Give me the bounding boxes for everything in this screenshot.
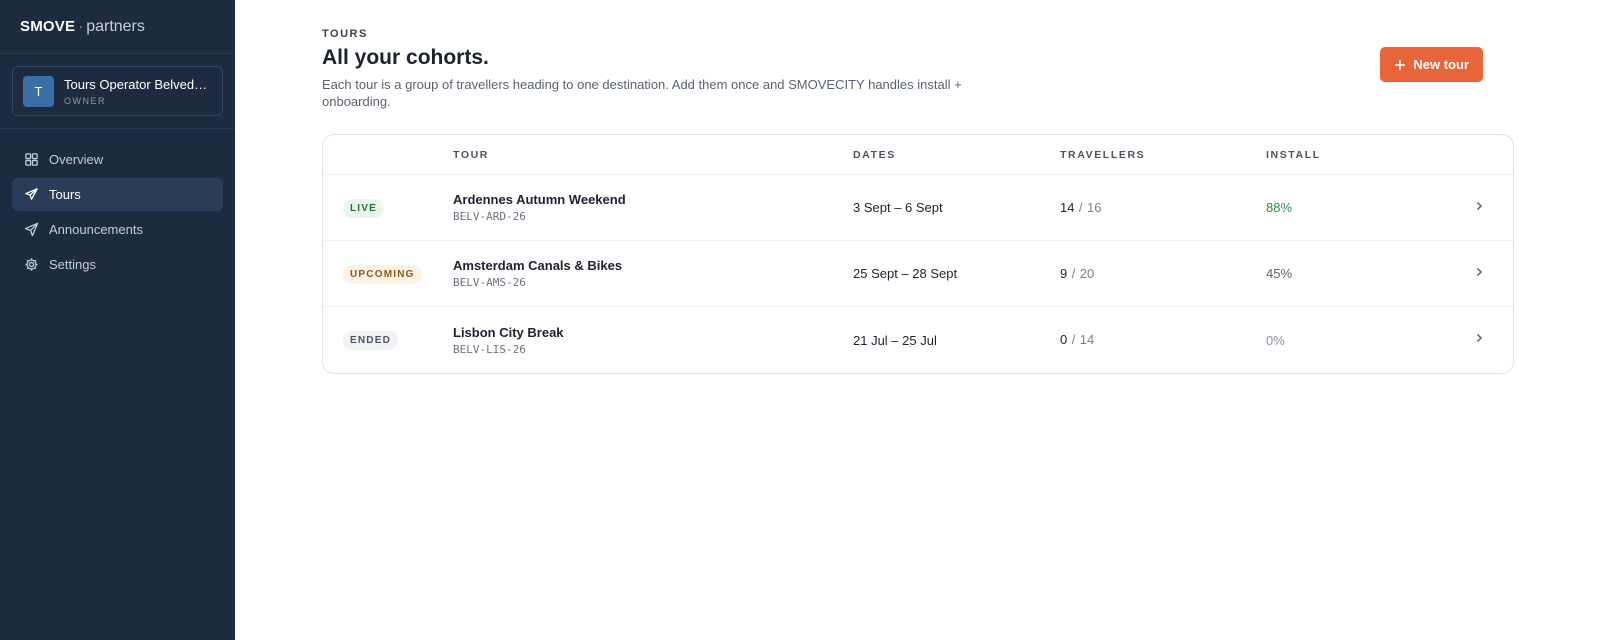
table-row[interactable]: ENDED Lisbon City Break BELV-LIS-26 21 J… xyxy=(323,307,1513,373)
sidebar-item-settings[interactable]: Settings xyxy=(12,248,223,281)
brand-separator: · xyxy=(78,18,84,35)
chevron-right-icon[interactable] xyxy=(1473,199,1485,217)
brand-logo[interactable]: SMOVE · partners xyxy=(0,0,235,54)
travellers-joined: 0 xyxy=(1060,332,1068,347)
new-tour-label: New tour xyxy=(1413,57,1469,72)
tour-name: Lisbon City Break xyxy=(453,324,564,340)
travellers-capacity: 20 xyxy=(1079,265,1095,281)
column-header-install: INSTALL xyxy=(1266,148,1321,161)
column-header-tour: TOUR xyxy=(453,148,489,161)
main-content: TOURS All your cohorts. Each tour is a g… xyxy=(235,0,1600,640)
tour-dates: 25 Sept – 28 Sept xyxy=(853,266,958,281)
tour-dates: 21 Jul – 25 Jul xyxy=(853,332,937,348)
avatar: T xyxy=(23,75,54,107)
sidebar: SMOVE · partners T Tours Operator Belved… xyxy=(0,0,235,640)
install-rate: 0% xyxy=(1266,332,1285,348)
sidebar-item-announcements[interactable]: Announcements xyxy=(12,213,223,246)
traveller-count: 9 / 20 xyxy=(1060,265,1266,283)
tour-code: BELV-AMS-26 xyxy=(453,276,526,289)
sidebar-nav: Overview Tours Announcements Settings xyxy=(0,129,235,295)
tours-table: TOUR DATES TRAVELLERS INSTALL LIVE Arden… xyxy=(322,134,1514,374)
column-header-travellers: TRAVELLERS xyxy=(1060,148,1146,161)
app-root: SMOVE · partners T Tours Operator Belved… xyxy=(0,0,1600,640)
send-icon xyxy=(24,222,39,237)
status-badge: UPCOMING xyxy=(343,264,422,284)
new-tour-button[interactable]: New tour xyxy=(1380,47,1483,82)
install-rate: 45% xyxy=(1266,266,1293,281)
tour-dates: 3 Sept – 6 Sept xyxy=(853,200,943,215)
travellers-separator: / xyxy=(1071,265,1076,281)
chevron-right-icon[interactable] xyxy=(1473,331,1485,349)
column-header-dates: DATES xyxy=(853,148,896,161)
sidebar-item-tours[interactable]: Tours xyxy=(12,178,223,211)
travellers-separator: / xyxy=(1071,332,1076,347)
tour-name: Amsterdam Canals & Bikes xyxy=(453,258,623,273)
sidebar-item-label: Tours xyxy=(49,187,81,202)
tour-code: BELV-ARD-26 xyxy=(453,210,526,223)
tour-name: Ardennes Autumn Weekend xyxy=(453,192,626,207)
sidebar-item-label: Settings xyxy=(49,257,96,272)
grid-icon xyxy=(25,153,38,166)
brand-suffix: partners xyxy=(86,17,145,35)
travellers-capacity: 16 xyxy=(1087,199,1102,215)
page-eyebrow: TOURS xyxy=(322,28,368,40)
traveller-count: 0 / 14 xyxy=(1060,331,1266,349)
sidebar-item-label: Announcements xyxy=(49,222,143,237)
table-row[interactable]: LIVE Ardennes Autumn Weekend BELV-ARD-26… xyxy=(323,175,1513,241)
travellers-joined: 14 xyxy=(1060,199,1075,215)
travellers-separator: / xyxy=(1078,199,1083,215)
chevron-right-icon[interactable] xyxy=(1473,265,1485,283)
install-rate: 88% xyxy=(1266,200,1293,215)
travellers-joined: 9 xyxy=(1060,265,1068,281)
account-info: Tours Operator Belvedere OWNER xyxy=(64,77,212,106)
sidebar-item-overview[interactable]: Overview xyxy=(12,143,223,176)
account-switcher[interactable]: T Tours Operator Belvedere OWNER xyxy=(12,66,223,116)
plane-icon xyxy=(25,188,38,200)
traveller-count: 14 / 16 xyxy=(1060,199,1266,217)
table-row[interactable]: UPCOMING Amsterdam Canals & Bikes BELV-A… xyxy=(323,241,1513,307)
brand-name: SMOVE xyxy=(20,18,76,35)
account-role: OWNER xyxy=(64,95,106,106)
sidebar-item-label: Overview xyxy=(49,152,104,167)
gear-icon xyxy=(25,258,38,271)
travellers-capacity: 14 xyxy=(1079,332,1095,347)
page-description: Each tour is a group of travellers headi… xyxy=(322,77,962,109)
status-badge: ENDED xyxy=(343,331,399,350)
plus-icon xyxy=(1395,59,1406,70)
table-header: TOUR DATES TRAVELLERS INSTALL xyxy=(323,135,1513,175)
account-section: T Tours Operator Belvedere OWNER xyxy=(0,54,235,129)
tour-code: BELV-LIS-26 xyxy=(453,342,526,356)
status-badge: LIVE xyxy=(343,198,385,218)
account-name: Tours Operator Belvedere xyxy=(64,76,212,92)
